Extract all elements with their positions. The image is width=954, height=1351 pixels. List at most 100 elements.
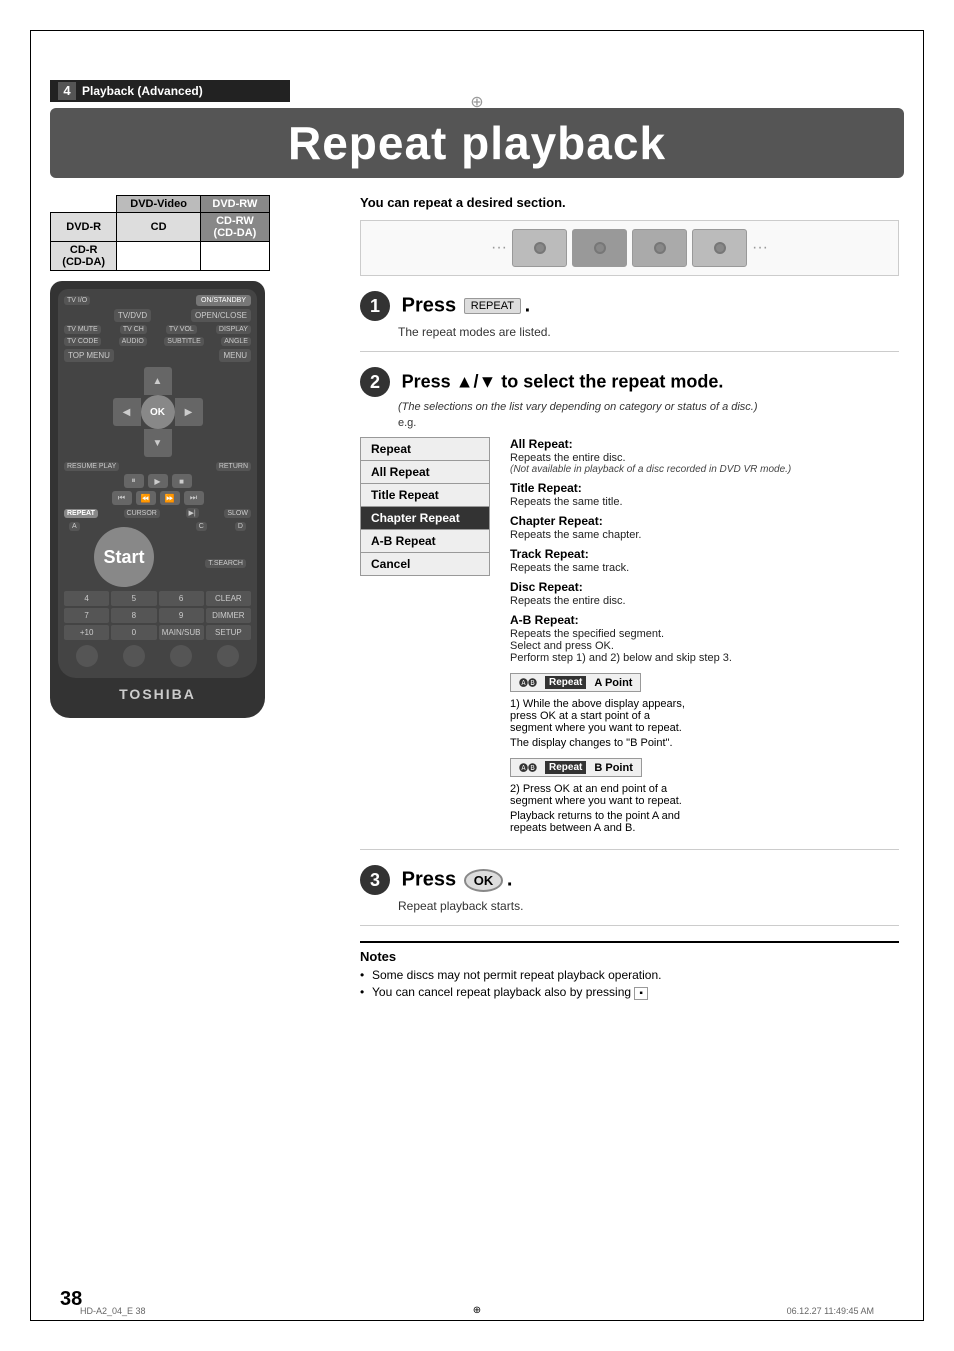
play-button[interactable]: ▶ (148, 474, 168, 488)
step-button[interactable]: ▶| (186, 508, 199, 518)
step-1-number: 1 (360, 291, 390, 321)
cursor-button[interactable]: CURSOR (124, 509, 160, 518)
menu-repeat[interactable]: Repeat (360, 437, 490, 461)
circle-btn-1[interactable] (76, 645, 98, 667)
menu-chapter-repeat[interactable]: Chapter Repeat (360, 506, 490, 530)
num6[interactable]: 6 (159, 591, 204, 606)
tvvol-button[interactable]: TV VOL (166, 325, 197, 334)
step-2-block: 2 Press ▲/▼ to select the repeat mode. (… (360, 367, 899, 850)
tvdvd-button[interactable]: TV/DVD (114, 309, 151, 322)
ab-label-1: Repeat (545, 676, 586, 689)
bottom-buttons (64, 645, 251, 667)
angle-button[interactable]: ANGLE (221, 337, 251, 346)
remote-row-3: TV MUTE TV CH TV VOL DISPLAY (64, 325, 251, 334)
menu-ab-repeat[interactable]: A-B Repeat (360, 529, 490, 553)
menu-cancel[interactable]: Cancel (360, 552, 490, 576)
openclose-button[interactable]: OPEN/CLOSE (191, 309, 251, 322)
tvmute-button[interactable]: TV MUTE (64, 325, 101, 334)
mainsub-button[interactable]: MAIN/SUB (159, 625, 204, 640)
desc-all-repeat-note: (Not available in playback of a disc rec… (510, 464, 899, 475)
chapter-header: 4 Playback (Advanced) (50, 80, 290, 102)
menu-button[interactable]: MENU (219, 349, 251, 362)
toshiba-logo: TOSHIBA (58, 678, 257, 710)
desc-track-repeat-title: Track Repeat: (510, 547, 899, 561)
step-2-content: Repeat All Repeat Title Repeat Chapter R… (360, 437, 899, 837)
clear-button[interactable]: CLEAR (206, 591, 251, 606)
num9[interactable]: 9 (159, 608, 204, 623)
onstandby-button[interactable]: ON/STANDBY (196, 295, 251, 306)
step-3-block: 3 Press OK . Repeat playback starts. (360, 865, 899, 926)
step-2-label: Press ▲/▼ to select the repeat mode. (402, 372, 724, 392)
tv-io-button[interactable]: TV I/O (64, 296, 90, 305)
menu-title-repeat[interactable]: Title Repeat (360, 483, 490, 507)
repeat-key: REPEAT (464, 298, 521, 314)
dpad-right[interactable]: ▶ (175, 398, 203, 426)
a-button[interactable]: A (69, 522, 80, 531)
cassette-4 (692, 229, 747, 267)
d-button[interactable]: D (235, 522, 246, 531)
step-1-label: Press (402, 295, 457, 317)
ok-key: OK (464, 869, 504, 892)
rew-button[interactable]: ⏪ (136, 491, 156, 505)
desc-disc-repeat: Disc Repeat: Repeats the entire disc. (510, 580, 899, 607)
return-button[interactable]: RETURN (216, 462, 251, 471)
reel-3 (654, 242, 666, 254)
display-button[interactable]: DISPLAY (216, 325, 251, 334)
circle-btn-3[interactable] (170, 645, 192, 667)
plus10-button[interactable]: +10 (64, 625, 109, 640)
topmenu-button[interactable]: TOP MENU (64, 349, 114, 362)
step-3-number: 3 (360, 865, 390, 895)
desc-all-repeat-title: All Repeat: (510, 437, 899, 451)
audio-button[interactable]: AUDIO (119, 337, 147, 346)
num0[interactable]: 0 (111, 625, 156, 640)
num5[interactable]: 5 (111, 591, 156, 606)
pause-button[interactable]: ⏸ (124, 474, 144, 488)
prev-button[interactable]: ⏮ (112, 491, 132, 505)
right-column: You can repeat a desired section. ··· ··… (360, 195, 899, 1002)
dpad-left[interactable]: ◀ (113, 398, 141, 426)
left-column: DVD-Video DVD-RW DVD-R CD CD-RW(CD-DA) C… (50, 195, 350, 718)
step-3-period: . (507, 869, 513, 891)
tvch-button[interactable]: TV CH (120, 325, 147, 334)
remote-row-topmenu: TOP MENU MENU (64, 349, 251, 362)
ab-display-1: 🅐🅑 Repeat A Point (510, 673, 641, 692)
desc-chapter-repeat-title: Chapter Repeat: (510, 514, 899, 528)
dimmer-button[interactable]: DIMMER (206, 608, 251, 623)
tsearch-button[interactable]: T.SEARCH (205, 559, 246, 568)
ff-button[interactable]: ⏩ (160, 491, 180, 505)
num8[interactable]: 8 (111, 608, 156, 623)
c-button[interactable]: C (196, 522, 207, 531)
step-2-eg: e.g. (398, 417, 899, 429)
next-button[interactable]: ⏭ (184, 491, 204, 505)
step-1-desc: The repeat modes are listed. (398, 325, 899, 339)
desc-disc-repeat-title: Disc Repeat: (510, 580, 899, 594)
ok-button[interactable]: OK (141, 395, 175, 429)
crosshair-top: ⊕ (470, 92, 483, 112)
repeat-menu: Repeat All Repeat Title Repeat Chapter R… (360, 437, 490, 837)
ab-label-2: Repeat (545, 761, 586, 774)
note-1: Some discs may not permit repeat playbac… (360, 968, 899, 982)
num-grid: 4 5 6 CLEAR 7 8 9 DIMMER +10 0 MAIN/SUB … (64, 591, 251, 640)
page-number: 38 (60, 1288, 82, 1311)
ab-point-2: B Point (594, 762, 633, 774)
ab-icon-1: 🅐🅑 (519, 676, 537, 689)
remote-row-1: TV I/O ON/STANDBY (64, 295, 251, 306)
desc-ab-repeat-body: Repeats the specified segment.Select and… (510, 628, 899, 664)
menu-all-repeat[interactable]: All Repeat (360, 460, 490, 484)
stop-button[interactable]: ■ (172, 474, 192, 488)
num7[interactable]: 7 (64, 608, 109, 623)
disc-dvdvideo: DVD-Video (117, 196, 200, 213)
repeat-button[interactable]: REPEAT (64, 509, 98, 518)
resume-button[interactable]: RESUME PLAY (64, 462, 119, 471)
setup-button[interactable]: SETUP (206, 625, 251, 640)
remote-row-repeat: REPEAT CURSOR ▶| SLOW (64, 508, 251, 518)
dpad-down[interactable]: ▼ (144, 429, 172, 457)
ab-section-2: 🅐🅑 Repeat B Point (510, 755, 899, 780)
circle-btn-4[interactable] (217, 645, 239, 667)
slow-button[interactable]: SLOW (224, 509, 251, 518)
num4[interactable]: 4 (64, 591, 109, 606)
circle-btn-2[interactable] (123, 645, 145, 667)
subtitle-button[interactable]: SUBTITLE (164, 337, 203, 346)
dpad-up[interactable]: ▲ (144, 367, 172, 395)
tvcode-button[interactable]: TV CODE (64, 337, 101, 346)
